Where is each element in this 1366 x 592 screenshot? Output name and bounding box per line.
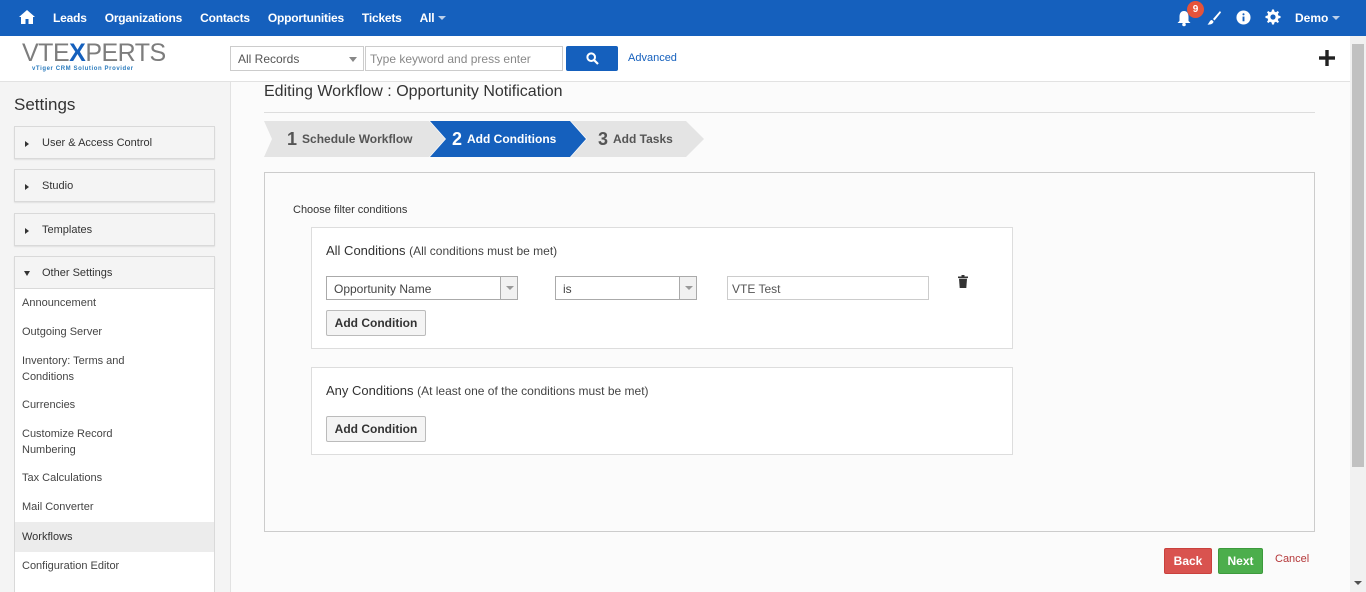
settings-sidebar: Settings User & Access Control Studio Te… — [0, 82, 231, 592]
section-label: Studio — [42, 180, 74, 192]
section-label: User & Access Control — [42, 137, 153, 149]
all-conditions-subtitle: (All conditions must be met) — [409, 244, 558, 258]
gear-icon[interactable] — [1265, 9, 1281, 25]
dropdown-button[interactable] — [679, 277, 696, 299]
record-filter-value: All Records — [238, 52, 300, 66]
search-icon — [586, 52, 599, 65]
condition-field-select[interactable]: Opportunity Name — [326, 276, 518, 300]
next-button[interactable]: Next — [1218, 548, 1263, 574]
condition-operator-select[interactable]: is — [555, 276, 697, 300]
any-conditions-heading: Any Conditions (At least one of the cond… — [326, 383, 649, 398]
sidebar-item-announcement[interactable]: Announcement — [15, 295, 214, 311]
caret-right-icon — [25, 184, 29, 190]
chevron-down-icon — [685, 286, 693, 290]
choose-filter-label: Choose filter conditions — [293, 204, 408, 216]
sidebar-item-configuration-editor[interactable]: Configuration Editor — [15, 558, 214, 574]
other-settings-list: Announcement Outgoing Server Inventory: … — [14, 289, 215, 592]
sidebar-item-outgoing-server[interactable]: Outgoing Server — [15, 324, 214, 340]
menu-item-organizations[interactable]: Organizations — [105, 11, 183, 25]
section-label: Other Settings — [42, 267, 113, 279]
caret-down-icon — [24, 271, 30, 276]
step-number: 3 — [598, 128, 609, 149]
main-menu: Leads Organizations Contacts Opportuniti… — [53, 0, 464, 36]
search-button[interactable] — [566, 46, 618, 71]
step-label: Add Conditions — [467, 132, 557, 146]
search-bar: VTEXPERTS vTiger CRM Solution Provider A… — [0, 36, 1350, 82]
step-label: Schedule Workflow — [302, 132, 413, 146]
chevron-down-icon — [438, 16, 447, 20]
divider — [264, 112, 1315, 113]
step-add-tasks[interactable]: 3 Add Tasks — [598, 121, 673, 157]
sidebar-item-workflows[interactable]: Workflows — [15, 522, 214, 552]
menu-item-leads[interactable]: Leads — [53, 11, 87, 25]
menu-item-opportunities[interactable]: Opportunities — [268, 11, 344, 25]
chevron-down-icon — [506, 286, 514, 290]
sidebar-item-customize-record-numbering[interactable]: Customize Record Numbering — [15, 426, 135, 458]
sidebar-item-inventory-terms[interactable]: Inventory: Terms and Conditions — [15, 353, 140, 385]
logo-text-vte: VTE — [22, 39, 70, 67]
top-navbar: Leads Organizations Contacts Opportuniti… — [0, 0, 1366, 36]
sidebar-item-tax-calculations[interactable]: Tax Calculations — [15, 470, 214, 486]
chevron-down-icon — [1332, 16, 1341, 20]
sidebar-section-studio[interactable]: Studio — [14, 169, 215, 202]
home-icon[interactable] — [18, 8, 36, 26]
menu-item-tickets[interactable]: Tickets — [362, 11, 402, 25]
logo-text-perts: PERTS — [85, 39, 166, 67]
sidebar-section-other-settings[interactable]: Other Settings — [14, 256, 215, 289]
any-conditions-box: Any Conditions (At least one of the cond… — [311, 367, 1013, 455]
chevron-down-icon — [349, 57, 357, 62]
menu-all-label: All — [419, 11, 435, 25]
step-label: Add Tasks — [613, 132, 673, 146]
back-button[interactable]: Back — [1164, 548, 1212, 574]
add-condition-button[interactable]: Add Condition — [326, 310, 426, 336]
page-title: Editing Workflow : Opportunity Notificat… — [264, 83, 563, 100]
section-label: Templates — [42, 224, 93, 236]
dropdown-button[interactable] — [500, 277, 517, 299]
scroll-down-icon[interactable] — [1354, 581, 1362, 585]
brush-icon[interactable] — [1206, 10, 1222, 26]
info-icon[interactable] — [1236, 10, 1251, 25]
cancel-link[interactable]: Cancel — [1275, 553, 1309, 565]
scrollbar-thumb[interactable] — [1352, 44, 1364, 467]
step-number: 1 — [287, 128, 298, 149]
caret-right-icon — [25, 228, 29, 234]
menu-item-all[interactable]: All — [420, 11, 447, 25]
trash-icon[interactable] — [958, 275, 968, 288]
page-scrollbar[interactable] — [1350, 36, 1366, 592]
search-input[interactable]: Type keyword and press enter — [365, 46, 563, 71]
user-name: Demo — [1295, 11, 1329, 25]
all-conditions-title: All Conditions — [326, 243, 406, 258]
step-add-conditions[interactable]: 2 Add Conditions — [452, 121, 556, 157]
condition-operator-value: is — [563, 282, 572, 296]
sidebar-title: Settings — [14, 95, 76, 114]
workflow-steps: 1 Schedule Workflow 2 Add Conditions 3 Add … — [264, 121, 714, 157]
plus-icon[interactable] — [1318, 49, 1336, 67]
logo-text-x: X — [69, 39, 86, 67]
condition-value-input[interactable]: VTE Test — [727, 276, 929, 300]
menu-item-contacts[interactable]: Contacts — [200, 11, 250, 25]
any-conditions-subtitle: (At least one of the conditions must be … — [417, 384, 649, 398]
advanced-search-link[interactable]: Advanced — [628, 52, 677, 64]
sidebar-item-currencies[interactable]: Currencies — [15, 397, 214, 413]
add-condition-button[interactable]: Add Condition — [326, 416, 426, 442]
sidebar-item-mail-converter[interactable]: Mail Converter — [15, 499, 214, 515]
conditions-panel — [264, 172, 1315, 532]
sidebar-section-templates[interactable]: Templates — [14, 213, 215, 246]
condition-field-value: Opportunity Name — [334, 282, 432, 296]
step-number: 2 — [452, 128, 463, 149]
logo[interactable]: VTEXPERTS vTiger CRM Solution Provider — [22, 39, 166, 78]
all-conditions-box: All Conditions (All conditions must be m… — [311, 227, 1013, 349]
sidebar-section-user-access[interactable]: User & Access Control — [14, 126, 215, 159]
caret-right-icon — [25, 141, 29, 147]
notification-badge: 9 — [1187, 1, 1204, 18]
step-schedule-workflow[interactable]: 1 Schedule Workflow — [287, 121, 412, 157]
record-filter-select[interactable]: All Records — [230, 46, 364, 71]
any-conditions-title: Any Conditions — [326, 383, 414, 398]
all-conditions-heading: All Conditions (All conditions must be m… — [326, 243, 557, 258]
user-menu[interactable]: Demo — [1295, 11, 1341, 25]
